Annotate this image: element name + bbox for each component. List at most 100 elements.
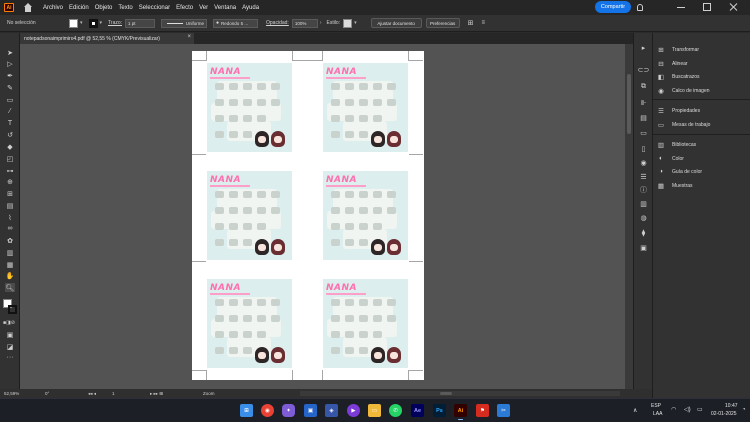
menu-ventana[interactable]: Ventana bbox=[214, 5, 236, 11]
notepad-design-panel[interactable]: NANA bbox=[323, 63, 408, 152]
draw-mode-icon[interactable]: ◪ bbox=[5, 342, 15, 351]
acrobat-icon[interactable]: ⚑ bbox=[476, 404, 489, 417]
opacity-label[interactable]: Opacidad: bbox=[266, 20, 289, 26]
eyedropper-tool-icon[interactable]: ⌇ bbox=[5, 213, 15, 222]
stroke-profile-dropdown[interactable]: Uniforme bbox=[161, 18, 208, 28]
scroll-thumb[interactable] bbox=[627, 74, 631, 134]
chevron-down-icon[interactable]: ▾ bbox=[100, 20, 103, 26]
rectangle-tool-icon[interactable]: ▭ bbox=[5, 95, 15, 104]
media-app-icon[interactable]: ▶ bbox=[347, 404, 360, 417]
volume-icon[interactable]: ◁) bbox=[684, 406, 691, 413]
swap-colors-icon[interactable]: ■◨⊘ bbox=[3, 320, 15, 326]
chrome-icon[interactable]: ◉ bbox=[261, 404, 274, 417]
panel-color[interactable]: ◐ Color bbox=[657, 154, 684, 163]
panel-guia-color[interactable]: ◑ Guía de color bbox=[657, 167, 702, 176]
perspective-grid-tool-icon[interactable]: ⊞ bbox=[5, 189, 15, 198]
menu-ver[interactable]: Ver bbox=[199, 5, 208, 11]
align-icon[interactable]: ⊪ bbox=[639, 98, 648, 107]
home-icon[interactable] bbox=[23, 3, 33, 12]
notifications-icon[interactable]: ◔ bbox=[742, 407, 746, 413]
menu-efecto[interactable]: Efecto bbox=[176, 5, 193, 11]
notepad-design-panel[interactable]: NANA bbox=[207, 63, 292, 152]
color-guide-icon[interactable]: ▥ bbox=[639, 199, 648, 208]
opacity-field[interactable]: 100% bbox=[291, 18, 318, 28]
appearance-icon[interactable]: ▯ bbox=[639, 144, 648, 153]
panel-transformar[interactable]: ⊞ Transformar bbox=[657, 45, 699, 54]
transparency-icon[interactable]: ◉ bbox=[639, 158, 648, 167]
media-player-icon[interactable]: ◈ bbox=[325, 404, 338, 417]
curvature-tool-icon[interactable]: ✎ bbox=[5, 83, 15, 92]
share-button[interactable]: Compartir bbox=[595, 1, 631, 13]
menu-archivo[interactable]: Archivo bbox=[43, 5, 63, 11]
vertical-scrollbar[interactable] bbox=[625, 44, 633, 389]
after-effects-icon[interactable]: Ae bbox=[411, 404, 424, 417]
notifications-bell-icon[interactable] bbox=[637, 4, 643, 11]
info-icon[interactable]: ⓘ bbox=[639, 185, 648, 194]
arrange-documents-icon[interactable]: ⊞ bbox=[468, 19, 474, 27]
clock-time[interactable]: 10:47 bbox=[725, 403, 738, 409]
pathfinder-icon[interactable]: ▤ bbox=[639, 113, 648, 122]
menu-objeto[interactable]: Objeto bbox=[95, 5, 113, 11]
menu-seleccionar[interactable]: Seleccionar bbox=[139, 5, 170, 11]
zoom-tool-icon[interactable]: 🔍︎ bbox=[5, 283, 15, 292]
column-graph-tool-icon[interactable]: ▥ bbox=[5, 248, 15, 257]
rotation-field[interactable]: 0° bbox=[45, 391, 49, 396]
battery-icon[interactable]: ▭ bbox=[697, 406, 703, 413]
width-tool-icon[interactable]: ⊶ bbox=[5, 166, 15, 175]
windows-start-icon[interactable]: ⊞ bbox=[240, 404, 253, 417]
chevron-right-icon[interactable]: › bbox=[320, 20, 322, 26]
chevron-down-icon[interactable]: ▾ bbox=[80, 20, 83, 26]
maximize-icon[interactable] bbox=[703, 3, 711, 11]
panel-propiedades[interactable]: ☰ Propiedades bbox=[657, 106, 700, 115]
chevron-down-icon[interactable]: ▾ bbox=[354, 20, 357, 26]
panel-mesas-trabajo[interactable]: ▭ Mesas de trabajo bbox=[657, 120, 710, 129]
graphic-style-swatch[interactable] bbox=[343, 18, 353, 28]
stroke-label[interactable]: Trazo: bbox=[108, 20, 122, 26]
direct-selection-tool-icon[interactable]: ▷ bbox=[5, 59, 15, 68]
symbol-sprayer-tool-icon[interactable]: ✿ bbox=[5, 236, 15, 245]
selection-tool-icon[interactable]: ➤ bbox=[5, 48, 15, 57]
screen-mode-icon[interactable]: ▣ bbox=[5, 330, 15, 339]
gradient-tool-icon[interactable]: ▤ bbox=[5, 201, 15, 210]
panel-alinear[interactable]: ⊟ Alinear bbox=[657, 59, 687, 68]
scale-tool-icon[interactable]: ◰ bbox=[5, 154, 15, 163]
notepad-design-panel[interactable]: NANA bbox=[207, 279, 292, 368]
illustrator-icon[interactable]: Ai bbox=[454, 404, 467, 420]
panel-buscatrazos[interactable]: ◧ Buscatrazos bbox=[657, 72, 700, 81]
panel-menu-icon[interactable]: ≡ bbox=[482, 20, 486, 26]
keyboard-layout-indicator[interactable]: LAA bbox=[653, 411, 662, 417]
notepad-design-panel[interactable]: NANA bbox=[207, 171, 292, 260]
paintbrush-tool-icon[interactable]: ⁄ bbox=[5, 107, 15, 116]
panel-bibliotecas[interactable]: ▥ Bibliotecas bbox=[657, 140, 696, 149]
stroke-weight-field[interactable]: 1 pt bbox=[125, 18, 156, 28]
close-window-icon[interactable] bbox=[730, 3, 738, 11]
fill-swatch[interactable] bbox=[69, 18, 78, 28]
artboard-number-field[interactable]: 1 bbox=[112, 391, 115, 396]
panel-muestras[interactable]: ▦ Muestras bbox=[657, 181, 693, 190]
pen-tool-icon[interactable]: ✒ bbox=[5, 71, 15, 80]
scroll-thumb[interactable] bbox=[440, 392, 452, 395]
whatsapp-icon[interactable]: ✆ bbox=[389, 404, 402, 417]
artboard[interactable]: NANA NANA NANA NANA NANA NANA bbox=[192, 51, 424, 380]
menu-ayuda[interactable]: Ayuda bbox=[242, 5, 259, 11]
show-hidden-icons-chevron[interactable]: ∧ bbox=[633, 407, 637, 414]
copilot-icon[interactable]: ✦ bbox=[282, 404, 295, 417]
eraser-tool-icon[interactable]: ◆ bbox=[5, 142, 15, 151]
document-tab[interactable]: notepadsonaimprimiro4.pdf @ 52,55 % (CMY… bbox=[20, 33, 194, 44]
shape-builder-tool-icon[interactable]: ⊕ bbox=[5, 177, 15, 186]
asset-export-icon[interactable]: ▣ bbox=[639, 243, 648, 252]
brush-dropdown[interactable]: ● Redondo 5 ... bbox=[213, 18, 259, 28]
minimize-icon[interactable] bbox=[677, 3, 685, 11]
horizontal-scrollbar[interactable] bbox=[300, 391, 620, 396]
link-icon[interactable]: ⊂⊃ bbox=[638, 65, 650, 74]
stroke-panel-icon[interactable]: ☰ bbox=[639, 172, 648, 181]
graphic-styles-icon[interactable]: ◍ bbox=[639, 213, 648, 222]
zoom-level-field[interactable]: 52,59% bbox=[4, 391, 19, 396]
blend-tool-icon[interactable]: ∞ bbox=[5, 224, 15, 233]
wifi-icon[interactable]: ◠ bbox=[671, 406, 676, 413]
panel-calco-imagen[interactable]: ◉ Calco de imagen bbox=[657, 86, 709, 95]
snipping-tool-icon[interactable]: ✂ bbox=[497, 404, 510, 417]
photoshop-icon[interactable]: Ps bbox=[433, 404, 446, 417]
artboard-nav-prev[interactable]: ◂◂ ◂ bbox=[88, 391, 96, 397]
stroke-swatch[interactable] bbox=[88, 18, 98, 28]
